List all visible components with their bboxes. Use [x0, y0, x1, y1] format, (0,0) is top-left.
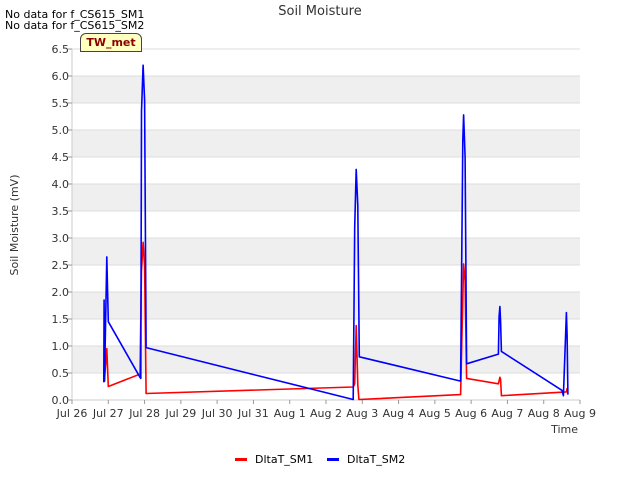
grid-band — [72, 238, 580, 265]
x-tick-label: Aug 6 — [455, 407, 487, 420]
grid-band — [72, 184, 580, 211]
y-tick-label: 1.0 — [52, 340, 70, 353]
x-tick-label: Aug 1 — [274, 407, 306, 420]
legend-swatch-sm2 — [327, 458, 339, 461]
y-tick-label: 6.5 — [52, 43, 70, 56]
y-tick-label: 0.5 — [52, 367, 70, 380]
y-tick-label: 1.5 — [52, 313, 70, 326]
x-tick-label: Jul 29 — [164, 407, 196, 420]
x-tick-label: Jul 30 — [201, 407, 233, 420]
x-tick-label: Aug 7 — [491, 407, 523, 420]
legend-swatch-sm1 — [235, 458, 247, 461]
grid-band — [72, 130, 580, 157]
y-tick-label: 5.5 — [52, 97, 70, 110]
legend: DltaT_SM1 DltaT_SM2 — [0, 453, 640, 469]
legend-label-sm1: DltaT_SM1 — [255, 453, 314, 466]
x-tick-label: Jul 26 — [56, 407, 88, 420]
series-line-dltat-sm1 — [103, 241, 568, 401]
x-tick-label: Jul 31 — [237, 407, 269, 420]
x-tick-label: Jul 27 — [92, 407, 124, 420]
grid-band — [72, 292, 580, 319]
y-tick-label: 6.0 — [52, 70, 70, 83]
x-tick-label: Aug 9 — [564, 407, 596, 420]
grid-band — [72, 346, 580, 373]
legend-item-sm1: DltaT_SM1 — [235, 453, 313, 466]
x-tick-label: Aug 5 — [419, 407, 451, 420]
y-tick-label: 2.0 — [52, 286, 70, 299]
x-axis-label: Time — [550, 423, 578, 436]
y-tick-label: 5.0 — [52, 124, 70, 137]
x-tick-label: Jul 28 — [128, 407, 160, 420]
soil-moisture-chart: 0.0 0.5 1.0 1.5 2.0 2.5 3.0 3.5 4.0 4.5 5.0 5.5 6.0 6… — [8, 4, 596, 436]
legend-item-sm2: DltaT_SM2 — [327, 453, 405, 466]
y-tick-label: 0.0 — [52, 394, 70, 407]
y-tick-label: 4.5 — [52, 151, 70, 164]
x-tick-label: Aug 8 — [528, 407, 560, 420]
x-ticks: Jul 26 Jul 27 Jul 28 Jul 29 Jul 30 Jul 31 Aug … — [56, 400, 596, 420]
y-ticks: 0.0 0.5 1.0 1.5 2.0 2.5 3.0 3.5 4.0 4.5 5.0 5.5 6.0 6… — [52, 43, 72, 407]
grid-bands — [72, 76, 580, 373]
chart-title: Soil Moisture — [278, 4, 362, 19]
y-tick-label: 3.0 — [52, 232, 70, 245]
y-tick-label: 4.0 — [52, 178, 70, 191]
legend-label-sm2: DltaT_SM2 — [347, 453, 406, 466]
y-axis-label: Soil Moisture (mV) — [8, 175, 21, 276]
y-tick-label: 3.5 — [52, 205, 70, 218]
x-tick-label: Aug 3 — [346, 407, 378, 420]
x-tick-label: Aug 2 — [310, 407, 342, 420]
site-label-badge: TW_met — [80, 33, 142, 52]
x-tick-label: Aug 4 — [383, 407, 415, 420]
grid-band — [72, 76, 580, 103]
y-tick-label: 2.5 — [52, 259, 70, 272]
